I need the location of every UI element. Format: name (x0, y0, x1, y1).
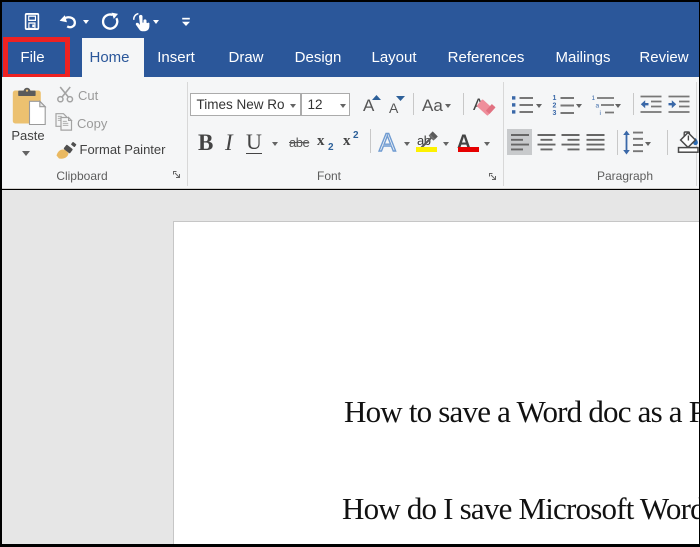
svg-text:1: 1 (553, 95, 557, 102)
svg-text:a: a (596, 103, 600, 110)
svg-text:2: 2 (553, 103, 557, 110)
svg-text:1: 1 (592, 95, 596, 102)
svg-text:3: 3 (553, 110, 557, 117)
svg-text:i: i (600, 110, 601, 117)
